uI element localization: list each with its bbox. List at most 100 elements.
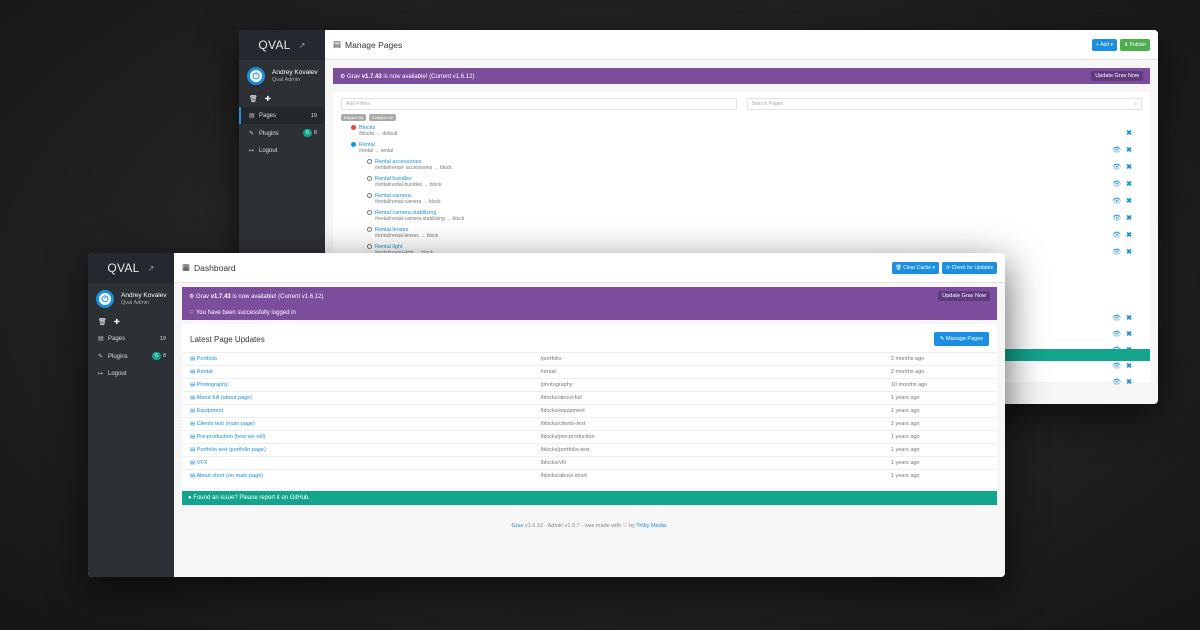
close-icon[interactable]: ✖ bbox=[1126, 231, 1132, 239]
page-title-cell[interactable]: ▤ Photography bbox=[182, 378, 533, 392]
eye-icon[interactable]: 👁 bbox=[1112, 197, 1121, 205]
sidebar-item-plugins[interactable]: ✎ Plugins 68 bbox=[88, 347, 174, 365]
page-title-link[interactable]: Portfolio text (portfolio page) bbox=[197, 447, 266, 453]
updates-table: ▤ Portfolio/portfolio 2 months ago ▤ Renta… bbox=[182, 352, 997, 482]
github-issue-bar[interactable]: ● Found an issue? Please report it on Gi… bbox=[182, 491, 997, 505]
eye-icon[interactable]: 👁 bbox=[1112, 248, 1121, 256]
sidebar-item-label: Logout bbox=[259, 148, 278, 154]
page-title-cell[interactable]: ▤ VFX bbox=[182, 456, 533, 470]
page-row[interactable]: Blocks /blocks → default ✖ bbox=[333, 125, 1150, 142]
page-title-link[interactable]: Rental bbox=[197, 369, 213, 375]
close-icon[interactable]: ✖ bbox=[1126, 330, 1132, 338]
page-title-link[interactable]: Pre-production (how we roll) bbox=[197, 434, 266, 440]
plus-icon[interactable]: ✚ bbox=[265, 95, 271, 103]
sidebar-item-pages[interactable]: ▤ Pages 19 bbox=[88, 330, 174, 347]
expand-all-button[interactable]: Expand All bbox=[341, 114, 366, 121]
github-icon: ● bbox=[188, 495, 192, 501]
clear-cache-button[interactable]: 🗑 Clear Cache ▾ bbox=[891, 261, 939, 274]
page-title-link[interactable]: Portfolio bbox=[197, 356, 217, 362]
trilby-link[interactable]: Trilby Media bbox=[636, 523, 666, 529]
table-row[interactable]: ▤ Rental/rental 2 months ago bbox=[182, 365, 997, 379]
eye-icon[interactable]: 👁 bbox=[1112, 231, 1121, 239]
page-title-cell[interactable]: ▤ Portfolio bbox=[182, 352, 533, 366]
plus-icon[interactable]: ✚ bbox=[114, 318, 120, 326]
update-grav-button[interactable]: Update Grav Now bbox=[938, 291, 990, 301]
page-title-cell[interactable]: ▤ Rental bbox=[182, 365, 533, 379]
page-row[interactable]: Rental accessories /rental/rental- acces… bbox=[333, 159, 1150, 176]
search-input[interactable]: Search Pages ⌕ bbox=[746, 98, 1142, 110]
close-icon[interactable]: ✖ bbox=[1126, 248, 1132, 256]
page-row[interactable]: Rental bundles /rental/rental-bundles → … bbox=[333, 176, 1150, 193]
status-dot bbox=[367, 159, 372, 165]
check-updates-button[interactable]: ⟳ Check for Updates bbox=[941, 261, 997, 274]
close-icon[interactable]: ✖ bbox=[1126, 163, 1132, 171]
manage-pages-button[interactable]: ✎ Manage Pages bbox=[933, 332, 989, 346]
page-route: /rental/rental-bundles bbox=[375, 182, 422, 188]
page-modified-cell: 1 years ago bbox=[882, 391, 997, 405]
eye-icon[interactable]: 👁 bbox=[1112, 314, 1121, 322]
brand[interactable]: QVAL ↗ bbox=[239, 30, 325, 60]
publish-button[interactable]: ⬇ Publish bbox=[1120, 38, 1150, 51]
eye-icon[interactable]: 👁 bbox=[1112, 378, 1121, 386]
table-row[interactable]: ▤ Photography/photography 10 months ago bbox=[182, 378, 997, 392]
add-button[interactable]: + Add ▾ bbox=[1092, 38, 1117, 51]
eye-icon[interactable]: 👁 bbox=[1112, 214, 1121, 222]
eye-icon[interactable]: 👁 bbox=[1112, 330, 1121, 338]
close-icon[interactable]: ✖ bbox=[1126, 214, 1132, 222]
grav-link[interactable]: Grav bbox=[512, 523, 524, 529]
page-title-cell[interactable]: ▤ Clients text (main page) bbox=[182, 417, 533, 431]
brand[interactable]: QVAL ↗ bbox=[88, 253, 174, 283]
page-title-cell[interactable]: ▤ Portfolio text (portfolio page) bbox=[182, 443, 533, 457]
filters-input[interactable]: Add Filters bbox=[341, 98, 737, 110]
plugins-count: 8 bbox=[162, 353, 166, 359]
page-title-link[interactable]: About full (about page) bbox=[196, 395, 252, 401]
page-title-cell[interactable]: ▤ About full (about page) bbox=[182, 391, 533, 405]
page-title-link[interactable]: About short (on main page) bbox=[196, 473, 263, 479]
page-title-link[interactable]: Equipment bbox=[197, 408, 223, 414]
eye-icon[interactable]: 👁 bbox=[1112, 146, 1121, 154]
close-icon[interactable]: ✖ bbox=[1126, 197, 1132, 205]
table-row[interactable]: ▤ Clients text (main page)/blocks/client… bbox=[182, 417, 997, 431]
page-row[interactable]: Rental camera stabilizing /rental/rental… bbox=[333, 210, 1150, 227]
table-row[interactable]: ▤ Equipment/blocks/equipment 1 years ago bbox=[182, 404, 997, 418]
page-title-cell[interactable]: ▤ Pre-production (how we roll) bbox=[182, 430, 533, 444]
close-icon[interactable]: ✖ bbox=[1126, 362, 1132, 370]
page-row[interactable]: Rental /rental → rental 👁 ✖ bbox=[333, 142, 1150, 159]
table-row[interactable]: ▤ About short (on main page)/blocks/abou… bbox=[182, 469, 997, 482]
table-row[interactable]: ▤ VFX/blocks/vfx 1 years ago bbox=[182, 456, 997, 470]
table-row[interactable]: ▤ Pre-production (how we roll)/blocks/pr… bbox=[182, 430, 997, 444]
trash-icon[interactable]: 🗑 bbox=[249, 95, 258, 103]
page-title-cell[interactable]: ▤ Equipment bbox=[182, 404, 533, 418]
close-icon[interactable]: ✖ bbox=[1126, 378, 1132, 386]
page-title-link[interactable]: VFX bbox=[197, 460, 208, 466]
update-grav-button[interactable]: Update Grav Now bbox=[1091, 71, 1143, 81]
table-row[interactable]: ▤ Portfolio/portfolio 2 months ago bbox=[182, 352, 997, 366]
page-title-link[interactable]: Photography bbox=[197, 382, 228, 388]
user-info[interactable]: ⏻ Andrey Kovalev Qval Admin bbox=[88, 283, 174, 314]
page-row[interactable]: Rental lenses /rental/rental-lenses → bl… bbox=[333, 227, 1150, 244]
eye-icon[interactable]: 👁 bbox=[1112, 163, 1121, 171]
page-row[interactable]: Rental camera /rental/rental-camera → bl… bbox=[333, 193, 1150, 210]
sidebar-item-plugins[interactable]: ✎ Plugins 68 bbox=[239, 124, 325, 142]
close-icon[interactable]: ✖ bbox=[1126, 146, 1132, 154]
close-icon[interactable]: ✖ bbox=[1126, 180, 1132, 188]
collapse-all-button[interactable]: Collapse All bbox=[368, 114, 396, 121]
sidebar-item-logout[interactable]: ↦ Logout bbox=[88, 365, 174, 382]
page-title-cell[interactable]: ▤ About short (on main page) bbox=[182, 469, 533, 482]
close-icon[interactable]: ✖ bbox=[1126, 129, 1132, 137]
page-route-cell: /blocks/portfolio-text bbox=[532, 443, 883, 457]
table-row[interactable]: ▤ About full (about page)/blocks/about-f… bbox=[182, 391, 997, 405]
external-link-icon[interactable]: ↗ bbox=[148, 264, 155, 273]
sidebar-item-pages[interactable]: ▤ Pages 19 bbox=[239, 107, 325, 124]
external-link-icon[interactable]: ↗ bbox=[299, 41, 306, 50]
file-icon: ▤ bbox=[190, 447, 196, 453]
sidebar-item-logout[interactable]: ↦ Logout bbox=[239, 142, 325, 159]
page-route: /blocks bbox=[359, 131, 375, 137]
page-title-link[interactable]: Clients text (main page) bbox=[197, 421, 255, 427]
table-row[interactable]: ▤ Portfolio text (portfolio page)/blocks… bbox=[182, 443, 997, 457]
close-icon[interactable]: ✖ bbox=[1126, 314, 1132, 322]
user-info[interactable]: ⏻ Andrey Kovalev Qval Admin bbox=[239, 60, 325, 91]
eye-icon[interactable]: 👁 bbox=[1112, 362, 1121, 370]
trash-icon[interactable]: 🗑 bbox=[98, 318, 107, 326]
eye-icon[interactable]: 👁 bbox=[1112, 180, 1121, 188]
